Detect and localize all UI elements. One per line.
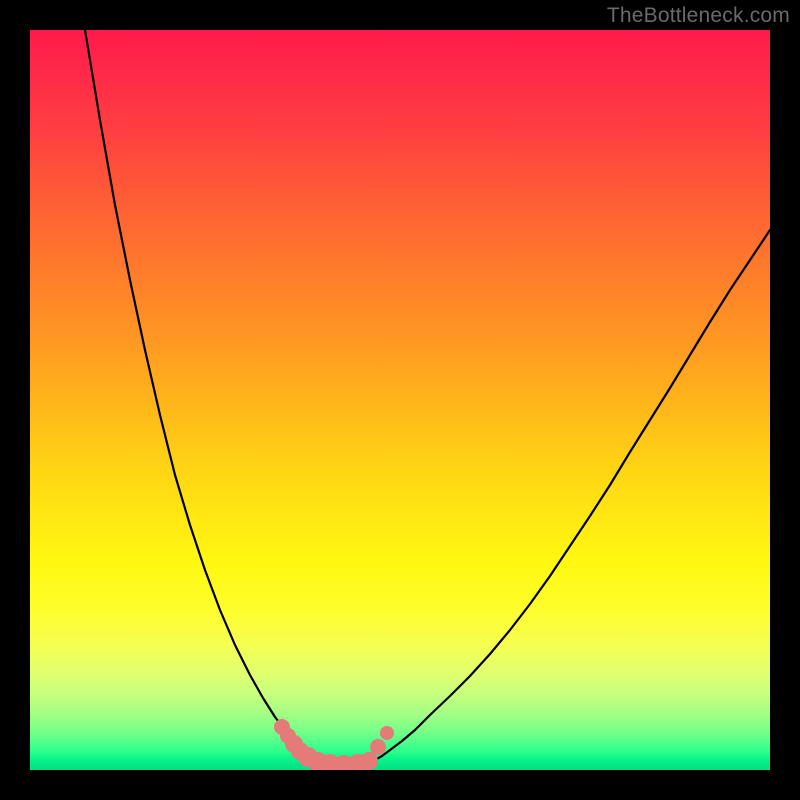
curve-layer	[30, 30, 770, 770]
curve-group	[85, 30, 770, 766]
curve-right-curve	[370, 230, 770, 762]
watermark-text: TheBottleneck.com	[607, 4, 790, 28]
plot-area	[30, 30, 770, 770]
curve-left-curve	[85, 30, 314, 760]
marker-group	[274, 719, 394, 770]
data-marker	[380, 726, 394, 740]
data-marker	[360, 752, 378, 770]
chart-frame: TheBottleneck.com	[0, 0, 800, 800]
data-marker	[370, 739, 386, 755]
